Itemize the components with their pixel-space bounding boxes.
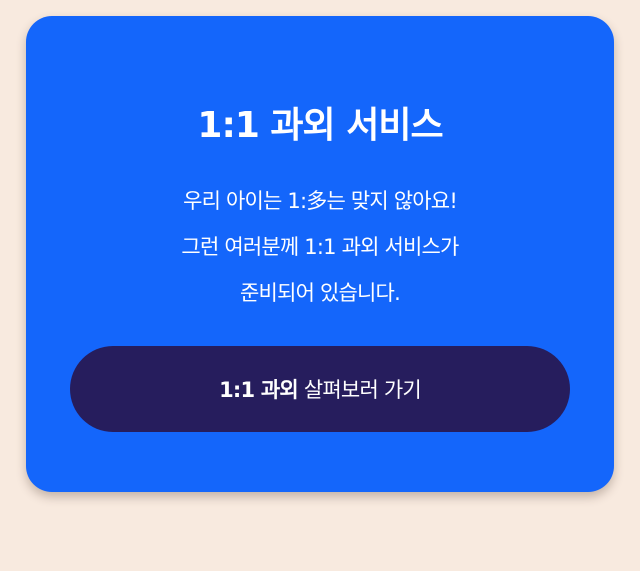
description-line: 그런 여러분께 1:1 과외 서비스가 <box>181 235 459 259</box>
description-line: 준비되어 있습니다. <box>240 281 401 305</box>
cta-label-strong: 1:1 과외 <box>219 378 299 402</box>
card-description: 우리 아이는 1:多는 맞지 않아요! 그런 여러분께 1:1 과외 서비스가 … <box>26 178 614 316</box>
card-title: 1:1 과외 서비스 <box>197 105 443 146</box>
cta-label: 살펴보러 가기 <box>303 378 422 402</box>
service-card: 1:1 과외 서비스 우리 아이는 1:多는 맞지 않아요! 그런 여러분께 1… <box>26 16 614 492</box>
tutoring-cta-button[interactable]: 1:1 과외 살펴보러 가기 <box>70 346 570 432</box>
description-line: 우리 아이는 1:多는 맞지 않아요! <box>183 189 458 213</box>
